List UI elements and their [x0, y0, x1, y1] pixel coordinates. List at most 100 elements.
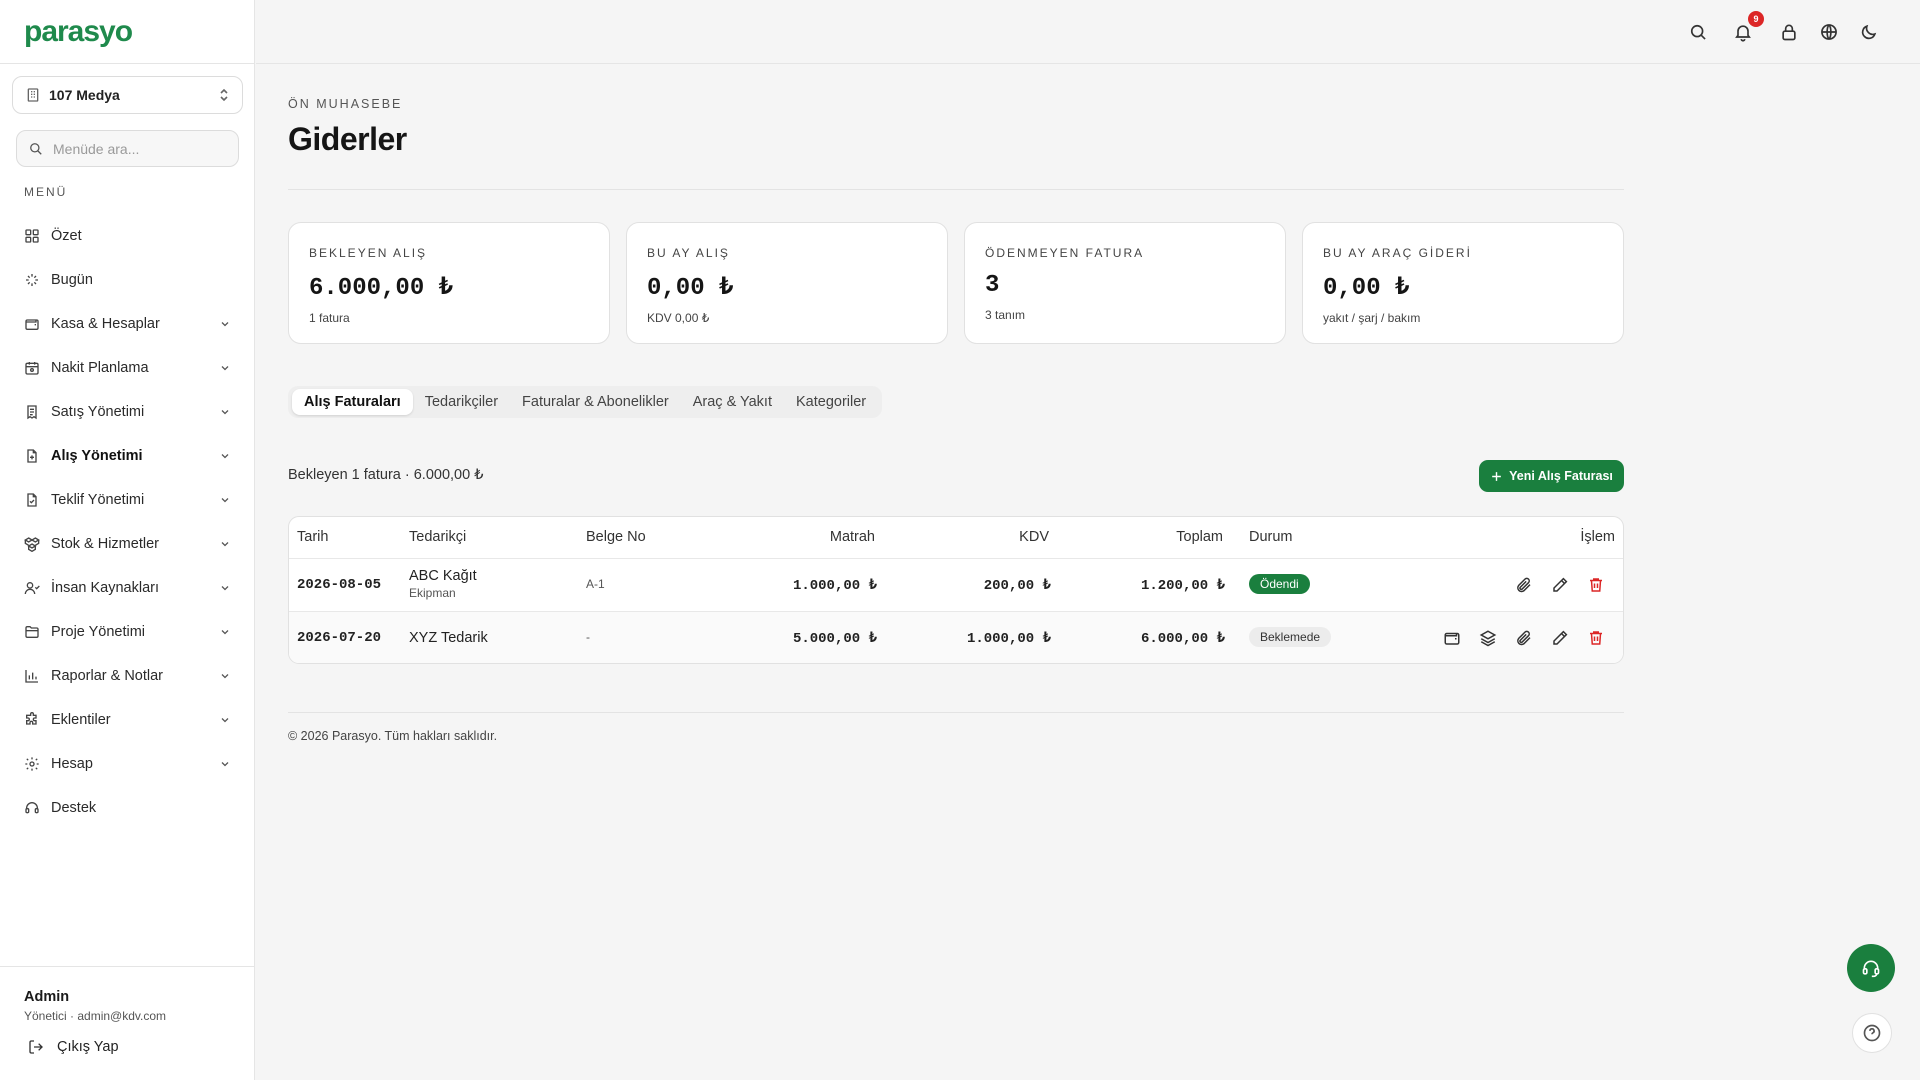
col-header-doc-no[interactable]: Belge No: [586, 529, 646, 545]
sidebar-item-label: Satış Yönetimi: [51, 404, 145, 420]
tab-bar: Alış Faturaları Tedarikçiler Faturalar &…: [288, 386, 883, 418]
sidebar-item-i-nsan-kaynakları[interactable]: İnsan Kaynakları: [0, 566, 255, 610]
sidebar-item-satış-yönetimi[interactable]: Satış Yönetimi: [0, 390, 255, 434]
paperclip-icon[interactable]: [1515, 629, 1533, 647]
divider: [288, 712, 1624, 713]
pencil-icon[interactable]: [1551, 576, 1569, 594]
status-badge: Beklemede: [1249, 627, 1332, 647]
sidebar-item-nakit-planlama[interactable]: Nakit Planlama: [0, 346, 255, 390]
menu-header: MENÜ: [24, 185, 68, 199]
menu-search-input[interactable]: [53, 140, 223, 157]
table-row[interactable]: 2026-07-20 XYZ Tedarik - 5.000,00 ₺ 1.00…: [289, 611, 1623, 663]
topbar: [256, 0, 1920, 64]
plus-icon: [1492, 471, 1501, 481]
page-title: Giderler: [288, 121, 407, 157]
support-chat-button[interactable]: [1847, 944, 1895, 992]
globe-icon[interactable]: [1819, 22, 1839, 42]
col-header-status[interactable]: Durum: [1249, 529, 1293, 545]
chevron-up-down-icon: [220, 88, 228, 102]
col-header-base[interactable]: Matrah: [830, 529, 875, 545]
file-check-icon: [27, 493, 37, 507]
wallet-icon[interactable]: [1443, 629, 1461, 647]
breadcrumb: ÖN MUHASEBE: [288, 97, 403, 111]
sidebar-item-destek[interactable]: Destek: [0, 786, 255, 830]
receipt-icon: [27, 405, 37, 420]
sidebar-item-label: Proje Yönetimi: [51, 624, 146, 640]
moon-icon[interactable]: [1859, 22, 1879, 42]
stat-label: ÖDENMEYEN FATURA: [985, 246, 1145, 260]
sidebar-item-eklentiler[interactable]: Eklentiler: [0, 698, 255, 742]
sidebar-item-özet[interactable]: Özet: [0, 214, 255, 258]
stat-value: 6.000,00 ₺: [309, 275, 454, 302]
company-name: 107 Medya: [49, 87, 120, 103]
col-header-total[interactable]: Toplam: [1176, 529, 1223, 545]
footer-copyright: © 2026 Parasyo. Tüm hakları saklıdır.: [288, 729, 498, 743]
tab-categories[interactable]: Kategoriler: [784, 389, 878, 415]
new-purchase-invoice-button[interactable]: Yeni Alış Faturası: [1479, 460, 1624, 492]
logout-button[interactable]: Çıkış Yap: [28, 1039, 119, 1055]
stat-card-unpaid-invoices: ÖDENMEYEN FATURA 3 3 tanım: [964, 222, 1286, 344]
chevron-down-icon: [221, 498, 229, 503]
col-header-supplier[interactable]: Tedarikçi: [409, 529, 466, 545]
sidebar-item-bugün[interactable]: Bugün: [0, 258, 255, 302]
sidebar-item-proje-yönetimi[interactable]: Proje Yönetimi: [0, 610, 255, 654]
menu-search[interactable]: [16, 130, 239, 167]
parasyo-logo[interactable]: parasyo: [0, 0, 254, 64]
trash-icon[interactable]: [1587, 629, 1605, 647]
search-icon: [30, 142, 42, 155]
row-base: 1.000,00 ₺: [792, 578, 877, 594]
sidebar-item-stok-hizmetler[interactable]: Stok & Hizmetler: [0, 522, 255, 566]
row-vat: 200,00 ₺: [983, 578, 1051, 594]
paperclip-icon[interactable]: [1515, 576, 1533, 594]
sidebar-item-raporlar-notlar[interactable]: Raporlar & Notlar: [0, 654, 255, 698]
building-icon: [27, 88, 39, 102]
tab-bills-subscriptions[interactable]: Faturalar & Abonelikler: [510, 389, 681, 415]
sidebar-item-teklif-yönetimi[interactable]: Teklif Yönetimi: [0, 478, 255, 522]
stat-card-pending-purchases: BEKLEYEN ALIŞ 6.000,00 ₺ 1 fatura: [288, 222, 610, 344]
tab-purchase-invoices[interactable]: Alış Faturaları: [292, 389, 413, 415]
user-name: Admin: [24, 989, 70, 1005]
layers-icon[interactable]: [1479, 629, 1497, 647]
logout-icon: [29, 1040, 43, 1054]
stat-label: BU AY ARAÇ GİDERİ: [1323, 246, 1472, 260]
chevron-down-icon: [221, 718, 229, 723]
row-date: 2026-08-05: [297, 577, 382, 593]
user-role: Yönetici · admin@kdv.com: [24, 1009, 167, 1023]
stat-sub: 3 tanım: [985, 308, 1026, 322]
sidebar-item-label: Nakit Planlama: [51, 360, 149, 376]
bar-chart-icon: [25, 670, 38, 683]
search-icon[interactable]: [1688, 22, 1708, 42]
stat-card-month-purchases: BU AY ALIŞ 0,00 ₺ KDV 0,00 ₺: [626, 222, 948, 344]
chevron-down-icon: [221, 542, 229, 547]
chevron-down-icon: [221, 762, 229, 767]
stat-card-vehicle-expense: BU AY ARAÇ GİDERİ 0,00 ₺ yakıt / şarj / …: [1302, 222, 1624, 344]
sidebar-item-label: Alış Yönetimi: [51, 448, 143, 464]
row-doc-no: -: [586, 630, 590, 644]
sidebar-item-kasa-hesaplar[interactable]: Kasa & Hesaplar: [0, 302, 255, 346]
sidebar-item-hesap[interactable]: Hesap: [0, 742, 255, 786]
tab-suppliers[interactable]: Tedarikçiler: [413, 389, 510, 415]
sidebar-item-label: Destek: [51, 800, 97, 816]
lock-icon[interactable]: [1779, 22, 1799, 42]
col-header-vat[interactable]: KDV: [1019, 529, 1049, 545]
stat-sub: 1 fatura: [309, 311, 350, 325]
supplier-name: XYZ Tedarik: [409, 630, 488, 646]
headset-icon: [1862, 960, 1880, 978]
sidebar-item-alış-yönetimi[interactable]: Alış Yönetimi: [0, 434, 255, 478]
pending-summary: Bekleyen 1 fatura · 6.000,00 ₺: [288, 467, 484, 483]
stat-value: 0,00 ₺: [1323, 275, 1410, 302]
table-row[interactable]: 2026-08-05 ABC Kağıt Ekipman A-1 1.000,0…: [289, 558, 1623, 611]
row-supplier[interactable]: XYZ Tedarik: [409, 630, 488, 646]
sidebar-nav: Özet Bugün Kasa & Hesaplar Nakit Planlama Sa…: [0, 214, 255, 830]
chevron-down-icon: [221, 454, 229, 459]
tab-vehicle-fuel[interactable]: Araç & Yakıt: [681, 389, 784, 415]
pencil-icon[interactable]: [1551, 629, 1569, 647]
col-header-date[interactable]: Tarih: [297, 529, 328, 545]
calendar-icon: [25, 362, 39, 375]
divider: [288, 189, 1624, 190]
trash-icon[interactable]: [1587, 576, 1605, 594]
help-button[interactable]: [1852, 1013, 1892, 1053]
row-supplier[interactable]: ABC Kağıt Ekipman: [409, 568, 477, 600]
sidebar: parasyo 107 Medya MENÜ Özet Bugün Kasa & H…: [0, 0, 255, 1080]
company-selector[interactable]: 107 Medya: [12, 76, 243, 114]
